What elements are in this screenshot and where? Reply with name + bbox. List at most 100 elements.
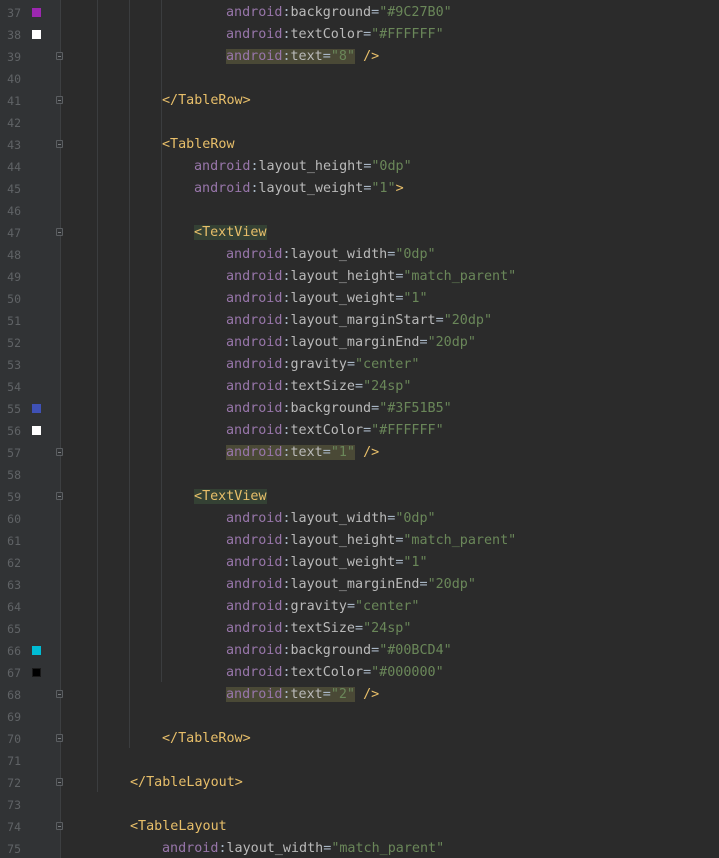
line-number: 43 (7, 138, 21, 152)
line-number: 75 (7, 842, 21, 856)
code-token: "match_parent" (331, 841, 445, 856)
code-line[interactable]: 60 android:layout_width="0dp" (0, 508, 719, 530)
code-token: : (282, 643, 291, 658)
code-line[interactable]: 40 (0, 68, 719, 90)
code-token: = (371, 643, 380, 658)
code-line[interactable]: 71 (0, 750, 719, 772)
fold-marker-icon[interactable] (56, 778, 63, 786)
code-text: android:layout_height="match_parent" (226, 266, 516, 288)
code-token: : (282, 357, 291, 372)
code-line[interactable]: 47 <TextView (0, 222, 719, 244)
color-swatch-icon[interactable] (32, 668, 41, 677)
code-line[interactable]: 65 android:textSize="24sp" (0, 618, 719, 640)
code-line[interactable]: 51 android:layout_marginStart="20dp" (0, 310, 719, 332)
code-text: android:layout_weight="1" (226, 552, 428, 574)
code-line[interactable]: 70 </TableRow> (0, 728, 719, 750)
code-line[interactable]: 54 android:textSize="24sp" (0, 376, 719, 398)
fold-marker-icon[interactable] (56, 492, 63, 500)
color-swatch-icon[interactable] (32, 426, 41, 435)
code-line[interactable]: 43 <TableRow (0, 134, 719, 156)
code-token: = (322, 49, 331, 64)
fold-marker-icon[interactable] (56, 822, 63, 830)
fold-marker-icon[interactable] (56, 734, 63, 742)
line-number: 56 (7, 424, 21, 438)
line-number: 39 (7, 50, 21, 64)
code-line[interactable]: 67 android:textColor="#000000" (0, 662, 719, 684)
line-number: 57 (7, 446, 21, 460)
code-text: android:textSize="24sp" (226, 618, 411, 640)
code-token: "match_parent" (403, 269, 517, 284)
fold-marker-icon[interactable] (56, 52, 63, 60)
color-swatch-icon[interactable] (32, 8, 41, 17)
code-line[interactable]: 72 </TableLayout> (0, 772, 719, 794)
code-line[interactable]: 73 (0, 794, 719, 816)
code-line[interactable]: 38 android:textColor="#FFFFFF" (0, 24, 719, 46)
code-line[interactable]: 64 android:gravity="center" (0, 596, 719, 618)
code-line[interactable]: 55 android:background="#3F51B5" (0, 398, 719, 420)
code-text: android:layout_width="0dp" (226, 244, 436, 266)
code-line[interactable]: 59 <TextView (0, 486, 719, 508)
line-number: 42 (7, 116, 21, 130)
fold-marker-icon[interactable] (56, 228, 63, 236)
fold-marker-icon[interactable] (56, 448, 63, 456)
code-text: </TableRow> (162, 728, 251, 750)
code-line[interactable]: 56 android:textColor="#FFFFFF" (0, 420, 719, 442)
code-token: : (282, 247, 291, 262)
code-token: : (282, 379, 291, 394)
code-line[interactable]: 69 (0, 706, 719, 728)
code-editor[interactable]: 37 android:background="#9C27B0" 38 android:… (0, 0, 719, 858)
code-token: android (226, 511, 283, 526)
code-line[interactable]: 41 </TableRow> (0, 90, 719, 112)
code-token: = (363, 665, 372, 680)
code-line[interactable]: 42 (0, 112, 719, 134)
code-line[interactable]: 49 android:layout_height="match_parent" (0, 266, 719, 288)
code-token: textColor (290, 27, 364, 42)
code-token: "20dp" (427, 577, 476, 592)
code-line[interactable]: 75 android:layout_width="match_parent" (0, 838, 719, 858)
line-number: 41 (7, 94, 21, 108)
line-number: 62 (7, 556, 21, 570)
code-line[interactable]: 63 android:layout_marginEnd="20dp" (0, 574, 719, 596)
code-line[interactable]: 74 <TableLayout (0, 816, 719, 838)
code-token: = (346, 357, 355, 372)
code-token: android (226, 247, 283, 262)
code-token: = (371, 401, 380, 416)
code-token: <TableLayout (130, 819, 227, 834)
line-number: 45 (7, 182, 21, 196)
code-line[interactable]: 45 android:layout_weight="1"> (0, 178, 719, 200)
code-line[interactable]: 68 android:text="2" /> (0, 684, 719, 706)
code-token: android (194, 181, 251, 196)
color-swatch-icon[interactable] (32, 30, 41, 39)
line-number: 74 (7, 820, 21, 834)
fold-marker-icon[interactable] (56, 690, 63, 698)
color-swatch-icon[interactable] (32, 646, 41, 655)
code-token: android (226, 291, 283, 306)
code-line[interactable]: 58 (0, 464, 719, 486)
line-number: 49 (7, 270, 21, 284)
code-token: "20dp" (443, 313, 493, 328)
code-line[interactable]: 62 android:layout_weight="1" (0, 552, 719, 574)
code-line[interactable]: 50 android:layout_weight="1" (0, 288, 719, 310)
code-line[interactable]: 37 android:background="#9C27B0" (0, 2, 719, 24)
code-line[interactable]: 52 android:layout_marginEnd="20dp" (0, 332, 719, 354)
code-token: "1" (371, 181, 396, 196)
code-line[interactable]: 39 android:text="8" /> (0, 46, 719, 68)
code-line[interactable]: 53 android:gravity="center" (0, 354, 719, 376)
code-line[interactable]: 46 (0, 200, 719, 222)
code-line[interactable]: 66 android:background="#00BCD4" (0, 640, 719, 662)
code-token: android (226, 577, 283, 592)
code-token: android (226, 313, 283, 328)
code-line[interactable]: 44 android:layout_height="0dp" (0, 156, 719, 178)
code-line[interactable]: 48 android:layout_width="0dp" (0, 244, 719, 266)
code-token: = (363, 423, 372, 438)
fold-marker-icon[interactable] (56, 140, 63, 148)
code-line[interactable]: 57 android:text="1" /> (0, 442, 719, 464)
fold-marker-icon[interactable] (56, 96, 63, 104)
color-swatch-icon[interactable] (32, 404, 41, 413)
code-line[interactable]: 61 android:layout_height="match_parent" (0, 530, 719, 552)
code-token: : (282, 687, 291, 702)
code-token: </TableRow> (162, 731, 251, 746)
